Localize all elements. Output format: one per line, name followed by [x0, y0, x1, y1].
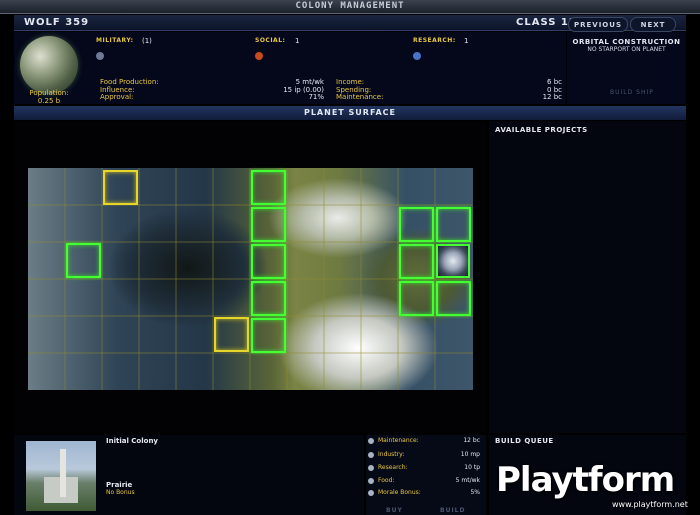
- military-label: Military:: [96, 37, 134, 44]
- metric-maintenance-label: Maintenance:: [378, 437, 419, 444]
- metric-industry-value: 10 mp: [460, 451, 480, 458]
- orbital-status: No starport on planet: [587, 46, 666, 53]
- research-value: 1: [464, 37, 469, 45]
- tile-highlight-green[interactable]: [399, 281, 434, 316]
- tile-highlight-green[interactable]: [399, 244, 434, 279]
- metric-industry-label: Industry:: [378, 451, 405, 458]
- colony-tower: [60, 449, 66, 497]
- tile-highlight-green[interactable]: [251, 281, 286, 316]
- maintenance-icon: [368, 438, 374, 444]
- terrain-name: Prairie: [106, 481, 133, 489]
- planet-globe-icon: [20, 36, 78, 94]
- industry-icon: [368, 452, 374, 458]
- build-queue-title: Build Queue: [495, 437, 554, 445]
- tile-highlight-green[interactable]: [251, 318, 286, 353]
- metric-research-label: Research:: [378, 464, 408, 471]
- maintenance-label: Maintenance:: [336, 93, 384, 101]
- research-icon: [413, 52, 421, 60]
- economy-left-values: 5 mt/wk 15 ip (0.00) 71%: [262, 78, 324, 102]
- morale-icon: [368, 490, 374, 496]
- approval-value: 71%: [308, 93, 324, 101]
- tile-highlight-yellow[interactable]: [103, 170, 138, 205]
- tile-highlight-yellow[interactable]: [214, 317, 249, 352]
- economy-right-values: 6 bc 0 bc 12 bc: [510, 78, 562, 102]
- economy-left-labels: Food Production: Influence: Approval:: [100, 78, 159, 102]
- social-label: Social:: [255, 37, 286, 44]
- planet-surface-bar: Planet Surface: [14, 106, 686, 120]
- research-label: Research:: [413, 37, 456, 44]
- projects-pane[interactable]: [489, 121, 686, 433]
- metric-food-label: Food:: [378, 477, 395, 484]
- watermark: Playtform www.playtform.net: [496, 460, 696, 515]
- social-value: 1: [295, 37, 300, 45]
- metric-research-value: 10 tp: [464, 464, 480, 471]
- military-icon: [96, 52, 104, 60]
- next-button[interactable]: Next: [630, 17, 676, 32]
- colony-thumbnail: [26, 441, 96, 511]
- window-titlebar: Colony Management: [0, 0, 700, 14]
- tile-highlight-green[interactable]: [251, 207, 286, 242]
- tile-highlight-green[interactable]: [399, 207, 434, 242]
- planet-surface-title: Planet Surface: [303, 108, 397, 117]
- watermark-url: www.playtform.net: [612, 500, 688, 509]
- research-icon: [368, 465, 374, 471]
- population-label: Population:: [29, 89, 69, 97]
- tile-highlight-green[interactable]: [251, 170, 286, 205]
- tile-highlight-green[interactable]: [66, 243, 101, 278]
- buy-button[interactable]: Buy: [386, 507, 403, 514]
- build-ship-button[interactable]: Build Ship: [610, 89, 654, 96]
- population-value: 0.25 b: [37, 97, 61, 105]
- previous-button[interactable]: Previous: [568, 17, 628, 32]
- available-projects-title: Available Projects: [495, 126, 588, 134]
- tile-highlight-green[interactable]: [251, 244, 286, 279]
- tile-highlight-green[interactable]: [436, 207, 471, 242]
- approval-label: Approval:: [100, 93, 134, 101]
- terrain-bonus: No Bonus: [106, 489, 135, 496]
- tile-highlight-green[interactable]: [436, 281, 471, 316]
- food-icon: [368, 478, 374, 484]
- system-name: Wolf 359: [24, 17, 90, 28]
- economy-right-labels: Income: Spending: Maintenance:: [336, 78, 384, 102]
- colony-building-icon[interactable]: [436, 244, 470, 278]
- watermark-brand: Playtform: [496, 460, 675, 500]
- military-value: (1): [142, 37, 152, 45]
- population-readout: Population: 0.25 b: [24, 89, 74, 105]
- metric-food-value: 5 mt/wk: [455, 477, 480, 484]
- tile-metrics-panel: [366, 435, 486, 515]
- metric-morale-label: Morale Bonus:: [378, 489, 421, 496]
- metric-maintenance-value: 12 bc: [463, 437, 480, 444]
- orbital-title: Orbital Construction: [572, 38, 681, 46]
- metric-morale-value: 5%: [470, 489, 480, 496]
- social-icon: [255, 52, 263, 60]
- window-title: Colony Management: [295, 1, 405, 11]
- maintenance-value: 12 bc: [542, 93, 562, 101]
- colony-name: Initial Colony: [106, 437, 158, 445]
- build-button[interactable]: Build: [440, 507, 465, 514]
